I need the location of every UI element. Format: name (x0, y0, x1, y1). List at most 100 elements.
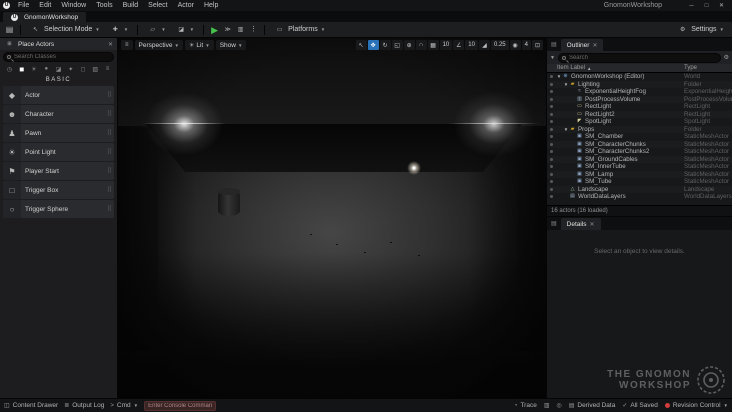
visibility-eye-icon[interactable] (547, 120, 556, 123)
drag-grip-icon[interactable]: ⠿ (107, 110, 114, 118)
camera-mode-dropdown[interactable]: Perspective ▼ (134, 40, 183, 50)
visibility-eye-icon[interactable] (547, 90, 556, 93)
menu-window[interactable]: Window (56, 0, 91, 11)
outliner-row[interactable]: ≈ ExponentialHeightFog ExponentialHeightFo… (547, 88, 732, 96)
visibility-eye-icon[interactable] (547, 158, 556, 161)
drag-grip-icon[interactable]: ⠿ (107, 205, 114, 213)
cinematics-dropdown[interactable]: ◪ ▼ (172, 23, 198, 37)
cinematic-category-icon[interactable]: ◪ (54, 66, 63, 73)
lights-category-icon[interactable]: ☀ (30, 66, 39, 73)
place-actor-item[interactable]: ◆ Actor ⠿ (3, 86, 114, 104)
scale-tool-icon[interactable]: ◱ (391, 40, 403, 50)
outliner-row[interactable]: ▼ ▰ Props Folder (547, 125, 732, 133)
visibility-eye-icon[interactable] (547, 98, 556, 101)
tab-details[interactable]: Details ✕ (560, 218, 601, 230)
menu-tools[interactable]: Tools (91, 0, 117, 11)
tab-outliner[interactable]: Outliner ✕ (560, 39, 604, 51)
select-tool-icon[interactable]: ↖ (355, 40, 367, 50)
close-icon[interactable]: ✕ (108, 41, 113, 48)
blueprints-dropdown[interactable]: ▱ ▼ (143, 23, 169, 37)
place-actor-item[interactable]: ○ Trigger Sphere ⠿ (3, 200, 114, 218)
cmd-dropdown[interactable]: > Cmd ▼ (110, 402, 138, 409)
recently-placed-icon[interactable]: ◷ (5, 66, 14, 73)
revision-control-button[interactable]: Revision Control ▼ (664, 402, 728, 409)
show-flags-dropdown[interactable]: Show ▼ (215, 40, 247, 50)
place-actor-item[interactable]: ☻ Character ⠿ (3, 105, 114, 123)
mode-selector-dropdown[interactable]: ↖ Selection Mode ▼ (26, 23, 104, 37)
minimize-button[interactable]: ─ (684, 3, 699, 9)
filter-funnel-icon[interactable]: ▼ (550, 55, 555, 61)
save-icon[interactable]: ▤ (4, 24, 15, 36)
menu-file[interactable]: File (13, 0, 34, 11)
visibility-eye-icon[interactable] (547, 143, 556, 146)
dock-icon[interactable]: ▤ (549, 220, 559, 227)
outliner-row[interactable]: ▭ RectLight RectLight (547, 103, 732, 111)
derived-data-button[interactable]: ▤ Derived Data (569, 402, 616, 409)
scale-snap-icon[interactable]: ◢ (478, 40, 490, 50)
drag-grip-icon[interactable]: ⠿ (107, 148, 114, 156)
place-actor-item[interactable]: □ Trigger Box ⠿ (3, 181, 114, 199)
rotation-snap-icon[interactable]: ∠ (453, 40, 465, 50)
outliner-row[interactable]: ▣ SM_CharacterChunks StaticMeshActor (547, 140, 732, 148)
place-actor-item[interactable]: ⚑ Player Start ⠿ (3, 162, 114, 180)
drag-grip-icon[interactable]: ⠿ (107, 91, 114, 99)
outliner-row[interactable]: ▼ ⊕ GnomonWorkshop (Editor) World (547, 73, 732, 81)
outliner-search[interactable] (557, 52, 721, 63)
messages-icon[interactable]: ◎ (556, 402, 561, 409)
drag-grip-icon[interactable]: ⠿ (107, 167, 114, 175)
outliner-row[interactable]: ▭ RectLight2 RectLight (547, 110, 732, 118)
settings-dropdown[interactable]: ⚙ Settings ▼ (673, 23, 728, 37)
outliner-row[interactable]: ▣ SM_Chamber StaticMeshActor (547, 133, 732, 141)
maximize-button[interactable]: □ (699, 3, 714, 9)
vfx-category-icon[interactable]: ✦ (66, 66, 75, 73)
menu-edit[interactable]: Edit (34, 0, 56, 11)
drag-grip-icon[interactable]: ⠿ (107, 186, 114, 194)
content-drawer-button[interactable]: ◫ Content Drawer (4, 402, 58, 409)
camera-speed-icon[interactable]: ◉ (509, 40, 521, 50)
outliner-row[interactable]: ◤ SpotLight SpotLight (547, 118, 732, 126)
insights-icon[interactable]: ▥ (544, 402, 550, 409)
platforms-dropdown[interactable]: ▭ Platforms ▼ (270, 23, 329, 37)
view-mode-dropdown[interactable]: ☀ Lit ▼ (184, 40, 214, 50)
visibility-eye-icon[interactable] (547, 83, 556, 86)
visibility-eye-icon[interactable] (547, 150, 556, 153)
multiplayer-options-icon[interactable]: ▥ (235, 24, 246, 36)
close-button[interactable]: ✕ (714, 2, 729, 9)
visibility-eye-icon[interactable] (547, 195, 556, 198)
close-icon[interactable]: ✕ (592, 42, 597, 49)
geometry-category-icon[interactable]: ◻ (79, 66, 88, 73)
console-command-input[interactable] (144, 400, 217, 411)
basic-category-icon[interactable]: ◼ (17, 66, 26, 73)
grid-snap-icon[interactable]: ▦ (427, 40, 439, 50)
visibility-eye-icon[interactable] (547, 105, 556, 108)
menu-help[interactable]: Help (199, 0, 223, 11)
menu-select[interactable]: Select (143, 0, 172, 11)
outliner-row[interactable]: ▥PostProcessVolumePostProcessVolume (547, 95, 732, 103)
visibility-eye-icon[interactable] (547, 113, 556, 116)
place-actor-item[interactable]: ☀ Point Light ⠿ (3, 143, 114, 161)
world-local-toggle-icon[interactable]: ⊕ (403, 40, 415, 50)
play-options-kebab-icon[interactable]: ⋮ (248, 24, 259, 36)
play-button[interactable]: ▶ (209, 24, 220, 36)
column-item-label[interactable]: Item Label ▲ (547, 65, 684, 71)
menu-actor[interactable]: Actor (173, 0, 199, 11)
outliner-row[interactable]: ▤ WorldDataLayers WorldDataLayers (547, 193, 732, 201)
skip-frame-button[interactable]: ≫ (222, 24, 233, 36)
output-log-button[interactable]: ≣ Output Log (64, 402, 104, 409)
drag-grip-icon[interactable]: ⠿ (107, 129, 114, 137)
menu-build[interactable]: Build (118, 0, 144, 11)
level-viewport[interactable]: ≡ Perspective ▼ ☀ Lit ▼ Show ▼ ↖ ✥ ↻ ◱ ⊕… (118, 38, 546, 398)
all-saved-button[interactable]: ✓ All Saved (622, 402, 658, 409)
surface-snap-icon[interactable]: ∩ (415, 40, 427, 50)
outliner-row[interactable]: ▣ SM_InnerTube StaticMeshActor (547, 163, 732, 171)
shapes-category-icon[interactable]: ● (42, 66, 51, 73)
visibility-eye-icon[interactable] (547, 75, 556, 78)
move-tool-icon[interactable]: ✥ (367, 40, 379, 50)
visibility-eye-icon[interactable] (547, 188, 556, 191)
place-actors-search[interactable] (3, 52, 114, 62)
maximize-viewport-icon[interactable]: ⊡ (532, 40, 543, 50)
outliner-row[interactable]: ▣ SM_Lamp StaticMeshActor (547, 170, 732, 178)
dock-icon[interactable]: ▤ (549, 41, 559, 48)
viewport-options-button[interactable]: ≡ (121, 40, 133, 50)
visibility-eye-icon[interactable] (547, 135, 556, 138)
